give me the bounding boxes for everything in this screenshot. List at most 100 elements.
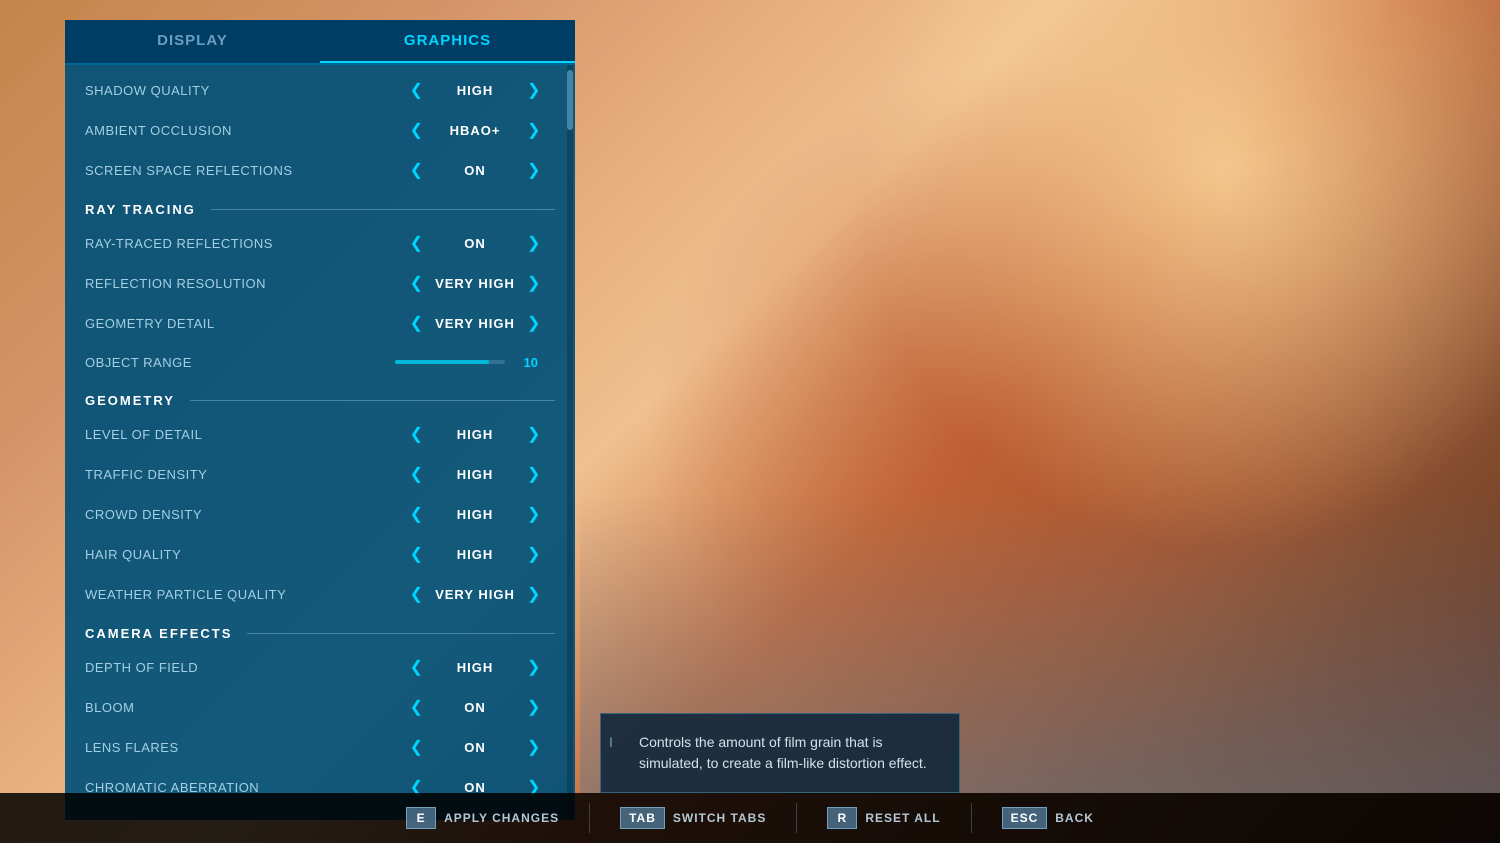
hair-quality-value: HIGH [435,547,515,562]
apply-changes-key: E [406,807,436,829]
bloom-value: ON [435,700,515,715]
ambient-occlusion-left[interactable]: ❮ [406,118,427,142]
crowd-density-right[interactable]: ❯ [523,502,544,526]
bloom-left[interactable]: ❮ [406,695,427,719]
depth-of-field-left[interactable]: ❮ [406,655,427,679]
ambient-occlusion-row: AMBIENT OCCLUSION ❮ HBAO+ ❯ [65,110,575,150]
bottom-bar: E APPLY CHANGES TAB SWITCH TABS R RESET … [0,793,1500,843]
object-range-row: OBJECT RANGE 10 [65,343,575,381]
traffic-density-label: TRAFFIC DENSITY [85,467,395,482]
crowd-density-left[interactable]: ❮ [406,502,427,526]
hair-quality-row: HAIR QUALITY ❮ HIGH ❯ [65,534,575,574]
crowd-density-control: ❮ HIGH ❯ [395,502,555,526]
geometry-detail-control: ❮ VERY HIGH ❯ [395,311,555,335]
weather-particle-quality-right[interactable]: ❯ [523,582,544,606]
hair-quality-left[interactable]: ❮ [406,542,427,566]
crowd-density-label: CROWD DENSITY [85,507,395,522]
object-range-label: OBJECT RANGE [85,355,395,370]
screen-space-reflections-right[interactable]: ❯ [523,158,544,182]
traffic-density-control: ❮ HIGH ❯ [395,462,555,486]
geometry-detail-left[interactable]: ❮ [406,311,427,335]
hair-quality-control: ❮ HIGH ❯ [395,542,555,566]
geometry-detail-row: GEOMETRY DETAIL ❮ VERY HIGH ❯ [65,303,575,343]
level-of-detail-right[interactable]: ❯ [523,422,544,446]
weather-particle-quality-control: ❮ VERY HIGH ❯ [395,582,555,606]
shadow-quality-left[interactable]: ❮ [406,78,427,102]
crowd-density-value: HIGH [435,507,515,522]
switch-tabs-action: TAB SWITCH TABS [620,807,766,829]
level-of-detail-left[interactable]: ❮ [406,422,427,446]
ambient-occlusion-label: AMBIENT OCCLUSION [85,123,395,138]
geometry-detail-right[interactable]: ❯ [523,311,544,335]
lens-flares-control: ❮ ON ❯ [395,735,555,759]
depth-of-field-label: DEPTH OF FIELD [85,660,395,675]
lens-flares-label: LENS FLARES [85,740,395,755]
screen-space-reflections-left[interactable]: ❮ [406,158,427,182]
reset-all-action: R RESET ALL [827,807,940,829]
shadow-quality-control: ❮ HIGH ❯ [395,78,555,102]
weather-particle-quality-value: VERY HIGH [435,587,515,602]
ambient-occlusion-right[interactable]: ❯ [523,118,544,142]
reflection-resolution-row: REFLECTION RESOLUTION ❮ VERY HIGH ❯ [65,263,575,303]
camera-effects-header: CAMERA EFFECTS [65,614,575,647]
geometry-detail-value: VERY HIGH [435,316,515,331]
shadow-quality-right[interactable]: ❯ [523,78,544,102]
bloom-label: BLOOM [85,700,395,715]
lens-flares-value: ON [435,740,515,755]
divider-3 [971,803,972,833]
divider-2 [796,803,797,833]
tab-bar: DISPLAY GRAPHICS [65,20,575,65]
scrollbar[interactable] [567,65,573,820]
ray-traced-reflections-row: RAY-TRACED REFLECTIONS ❮ ON ❯ [65,223,575,263]
ambient-occlusion-value: HBAO+ [435,123,515,138]
shadow-quality-value: HIGH [435,83,515,98]
lens-flares-right[interactable]: ❯ [523,735,544,759]
ray-traced-reflections-label: RAY-TRACED REFLECTIONS [85,236,395,251]
reflection-resolution-label: REFLECTION RESOLUTION [85,276,395,291]
divider-1 [589,803,590,833]
object-range-value: 10 [513,355,538,370]
depth-of-field-control: ❮ HIGH ❯ [395,655,555,679]
crowd-density-row: CROWD DENSITY ❮ HIGH ❯ [65,494,575,534]
tab-display[interactable]: DISPLAY [65,20,320,63]
bloom-right[interactable]: ❯ [523,695,544,719]
ray-traced-reflections-value: ON [435,236,515,251]
object-range-control: 10 [395,355,555,370]
hair-quality-right[interactable]: ❯ [523,542,544,566]
level-of-detail-label: LEVEL OF DETAIL [85,427,395,442]
lens-flares-row: LENS FLARES ❮ ON ❯ [65,727,575,767]
reset-all-label: RESET ALL [865,811,940,825]
apply-changes-action: E APPLY CHANGES [406,807,559,829]
bloom-row: BLOOM ❮ ON ❯ [65,687,575,727]
reflection-resolution-right[interactable]: ❯ [523,271,544,295]
level-of-detail-value: HIGH [435,427,515,442]
ambient-occlusion-control: ❮ HBAO+ ❯ [395,118,555,142]
shadow-quality-label: SHADOW QUALITY [85,83,395,98]
settings-inner: SHADOW QUALITY ❮ HIGH ❯ AMBIENT OCCLUSIO… [65,65,575,820]
depth-of-field-right[interactable]: ❯ [523,655,544,679]
weather-particle-quality-left[interactable]: ❮ [406,582,427,606]
depth-of-field-value: HIGH [435,660,515,675]
object-range-track[interactable] [395,360,505,364]
reflection-resolution-left[interactable]: ❮ [406,271,427,295]
switch-tabs-label: SWITCH TABS [673,811,766,825]
traffic-density-left[interactable]: ❮ [406,462,427,486]
tooltip-text: Controls the amount of film grain that i… [621,732,939,774]
scroll-thumb[interactable] [567,70,573,130]
shadow-quality-row: SHADOW QUALITY ❮ HIGH ❯ [65,70,575,110]
weather-particle-quality-row: WEATHER PARTICLE QUALITY ❮ VERY HIGH ❯ [65,574,575,614]
ray-traced-reflections-left[interactable]: ❮ [406,231,427,255]
apply-changes-label: APPLY CHANGES [444,811,559,825]
lens-flares-left[interactable]: ❮ [406,735,427,759]
tab-graphics[interactable]: GRAPHICS [320,20,575,63]
tooltip-box: Controls the amount of film grain that i… [600,713,960,793]
hair-quality-label: HAIR QUALITY [85,547,395,562]
ray-traced-reflections-right[interactable]: ❯ [523,231,544,255]
screen-space-reflections-value: ON [435,163,515,178]
geometry-header: GEOMETRY [65,381,575,414]
settings-content: SHADOW QUALITY ❮ HIGH ❯ AMBIENT OCCLUSIO… [65,65,575,820]
traffic-density-value: HIGH [435,467,515,482]
screen-space-reflections-label: SCREEN SPACE REFLECTIONS [85,163,395,178]
screen-space-reflections-row: SCREEN SPACE REFLECTIONS ❮ ON ❯ [65,150,575,190]
traffic-density-right[interactable]: ❯ [523,462,544,486]
